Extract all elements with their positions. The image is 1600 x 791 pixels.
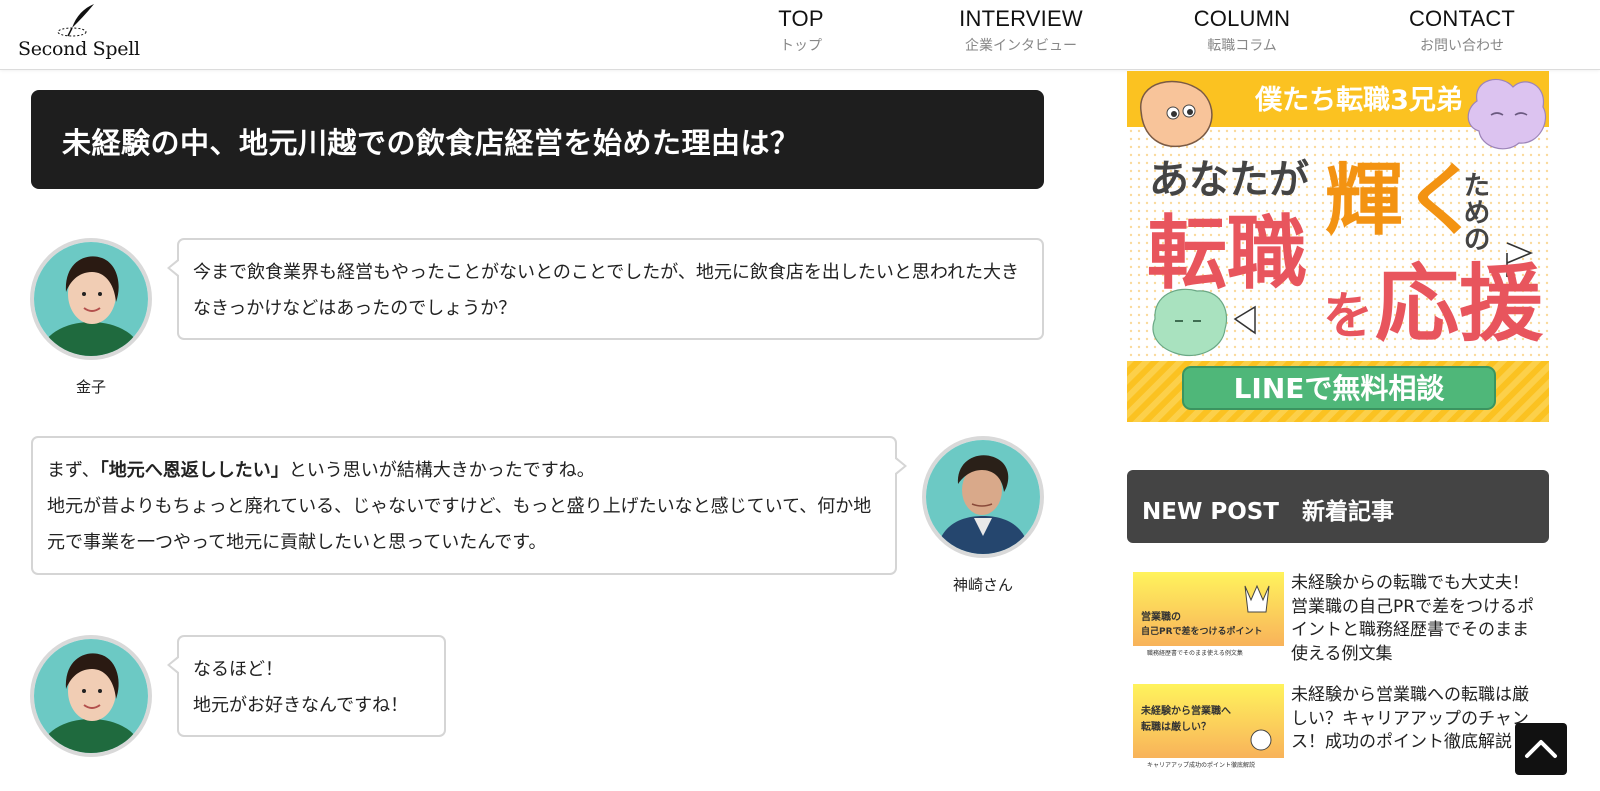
banner-cta-text: LINEで無料相談 xyxy=(1234,372,1446,405)
scroll-top-button[interactable] xyxy=(1515,723,1567,775)
site-logo[interactable]: Second Spell xyxy=(18,0,140,66)
post-thumb-text: 自己PRで差をつけるポイント xyxy=(1141,625,1263,637)
site-header: Second Spell TOP トップ INTERVIEW 企業インタビュー … xyxy=(0,0,1600,70)
banner-tame-text: ための xyxy=(1459,171,1490,252)
speech-bubble: 今まで飲食業界も経営もやったことがないとのことでしたが、地元に飲食店を出したいと… xyxy=(167,238,1044,340)
banner-anata-text: あなたが xyxy=(1149,157,1309,203)
banner-top-text: 僕たち転職3兄弟 xyxy=(1254,85,1463,116)
bubble-text: なるほど！ xyxy=(193,659,283,680)
nav-contact-label: CONTACT xyxy=(1408,6,1516,31)
nav-column-sublabel: 転職コラム xyxy=(1207,38,1277,54)
speech-bubble: なるほど！ 地元がお好きなんですね！ xyxy=(167,635,446,737)
speaker-name-kanzaki: 神崎さん xyxy=(952,576,1013,594)
bubble-text-lead: まず、 xyxy=(47,460,100,481)
avatar-kaneko xyxy=(30,635,152,757)
banner-tenshoku-text: 転職 xyxy=(1147,207,1307,300)
nav-interview[interactable]: INTERVIEW 企業インタビュー xyxy=(950,6,1092,55)
nav-contact[interactable]: CONTACT お問い合わせ xyxy=(1400,6,1524,55)
post-thumb-text: 営業職の xyxy=(1141,610,1181,623)
bubble-text-tail: という思いが結構大きかったですね。 xyxy=(288,460,595,481)
new-post-heading: NEW POST 新着記事 xyxy=(1127,470,1549,543)
line-consultation-banner[interactable]: 僕たち転職3兄弟 あなたが 輝く ための 転職 を 応援 LINEで無料相談 xyxy=(1127,71,1549,422)
post-title[interactable]: 未経験から営業職への転職は厳しい？キャリアアップのチャンス！成功のポイント徹底解… xyxy=(1291,684,1536,755)
post-thumb-text: 職務経歴書でそのまま使える例文集 xyxy=(1147,649,1243,657)
nav-top-sublabel: トップ xyxy=(780,38,822,54)
chevron-up-icon xyxy=(1525,740,1557,758)
nav-top-label: TOP xyxy=(778,6,824,31)
bubble-emphasis: 「地元へ恩返ししたい」 xyxy=(99,460,289,481)
post-item[interactable]: 未経験から営業職へ 転職は厳しい？ キャリアアップ成功のポイント徹底解説 未経験… xyxy=(1133,684,1553,784)
post-item[interactable]: 営業職の 自己PRで差をつけるポイント 職務経歴書でそのまま使える例文集 未経験… xyxy=(1133,572,1553,664)
post-thumbnail[interactable]: 未経験から営業職へ 転職は厳しい？ キャリアアップ成功のポイント徹底解説 xyxy=(1133,684,1284,770)
speech-bubble: まず、「地元へ恩返ししたい」という思いが結構大きかったですね。 地元が昔よりもち… xyxy=(31,436,907,575)
nav-column[interactable]: COLUMN 転職コラム xyxy=(1184,6,1300,55)
logo-text: Second Spell xyxy=(18,38,140,60)
section-title: 未経験の中、地元川越での飲食店経営を始めた理由は？ xyxy=(31,90,1044,189)
nav-contact-sublabel: お問い合わせ xyxy=(1420,38,1504,54)
nav-column-label: COLUMN xyxy=(1193,6,1291,31)
quill-pen-icon xyxy=(57,4,94,37)
nav-interview-sublabel: 企業インタビュー xyxy=(965,38,1077,54)
avatar-kanzaki xyxy=(922,436,1044,558)
speaker-name-kaneko: 金子 xyxy=(75,378,106,396)
post-thumb-text: キャリアアップ成功のポイント徹底解説 xyxy=(1147,761,1255,769)
bubble-text: まず、「地元へ恩返ししたい」という思いが結構大きかったですね。 xyxy=(47,453,881,489)
banner-wo-text: を xyxy=(1323,287,1373,345)
bubble-text: 地元がお好きなんですね！ xyxy=(193,695,409,716)
banner-ouen-text: 応援 xyxy=(1375,255,1544,353)
avatar-kaneko xyxy=(30,238,152,360)
nav-interview-label: INTERVIEW xyxy=(959,6,1083,31)
bubble-text: 今まで飲食業界も経営もやったことがないとのことでしたが、地元に飲食店を出したいと… xyxy=(193,262,1020,319)
post-thumbnail[interactable]: 営業職の 自己PRで差をつけるポイント 職務経歴書でそのまま使える例文集 xyxy=(1133,572,1284,658)
post-thumb-text: 転職は厳しい？ xyxy=(1141,720,1211,733)
post-thumb-text: 未経験から営業職へ xyxy=(1140,704,1231,717)
bubble-text: 地元が昔よりもちょっと廃れている、じゃないですけど、もっと盛り上げたいなと感じて… xyxy=(47,496,872,553)
nav-top[interactable]: TOP トップ xyxy=(770,6,832,55)
post-title[interactable]: 未経験からの転職でも大丈夫！営業職の自己PRで差をつけるポイントと職務経歴書でそ… xyxy=(1291,572,1536,666)
